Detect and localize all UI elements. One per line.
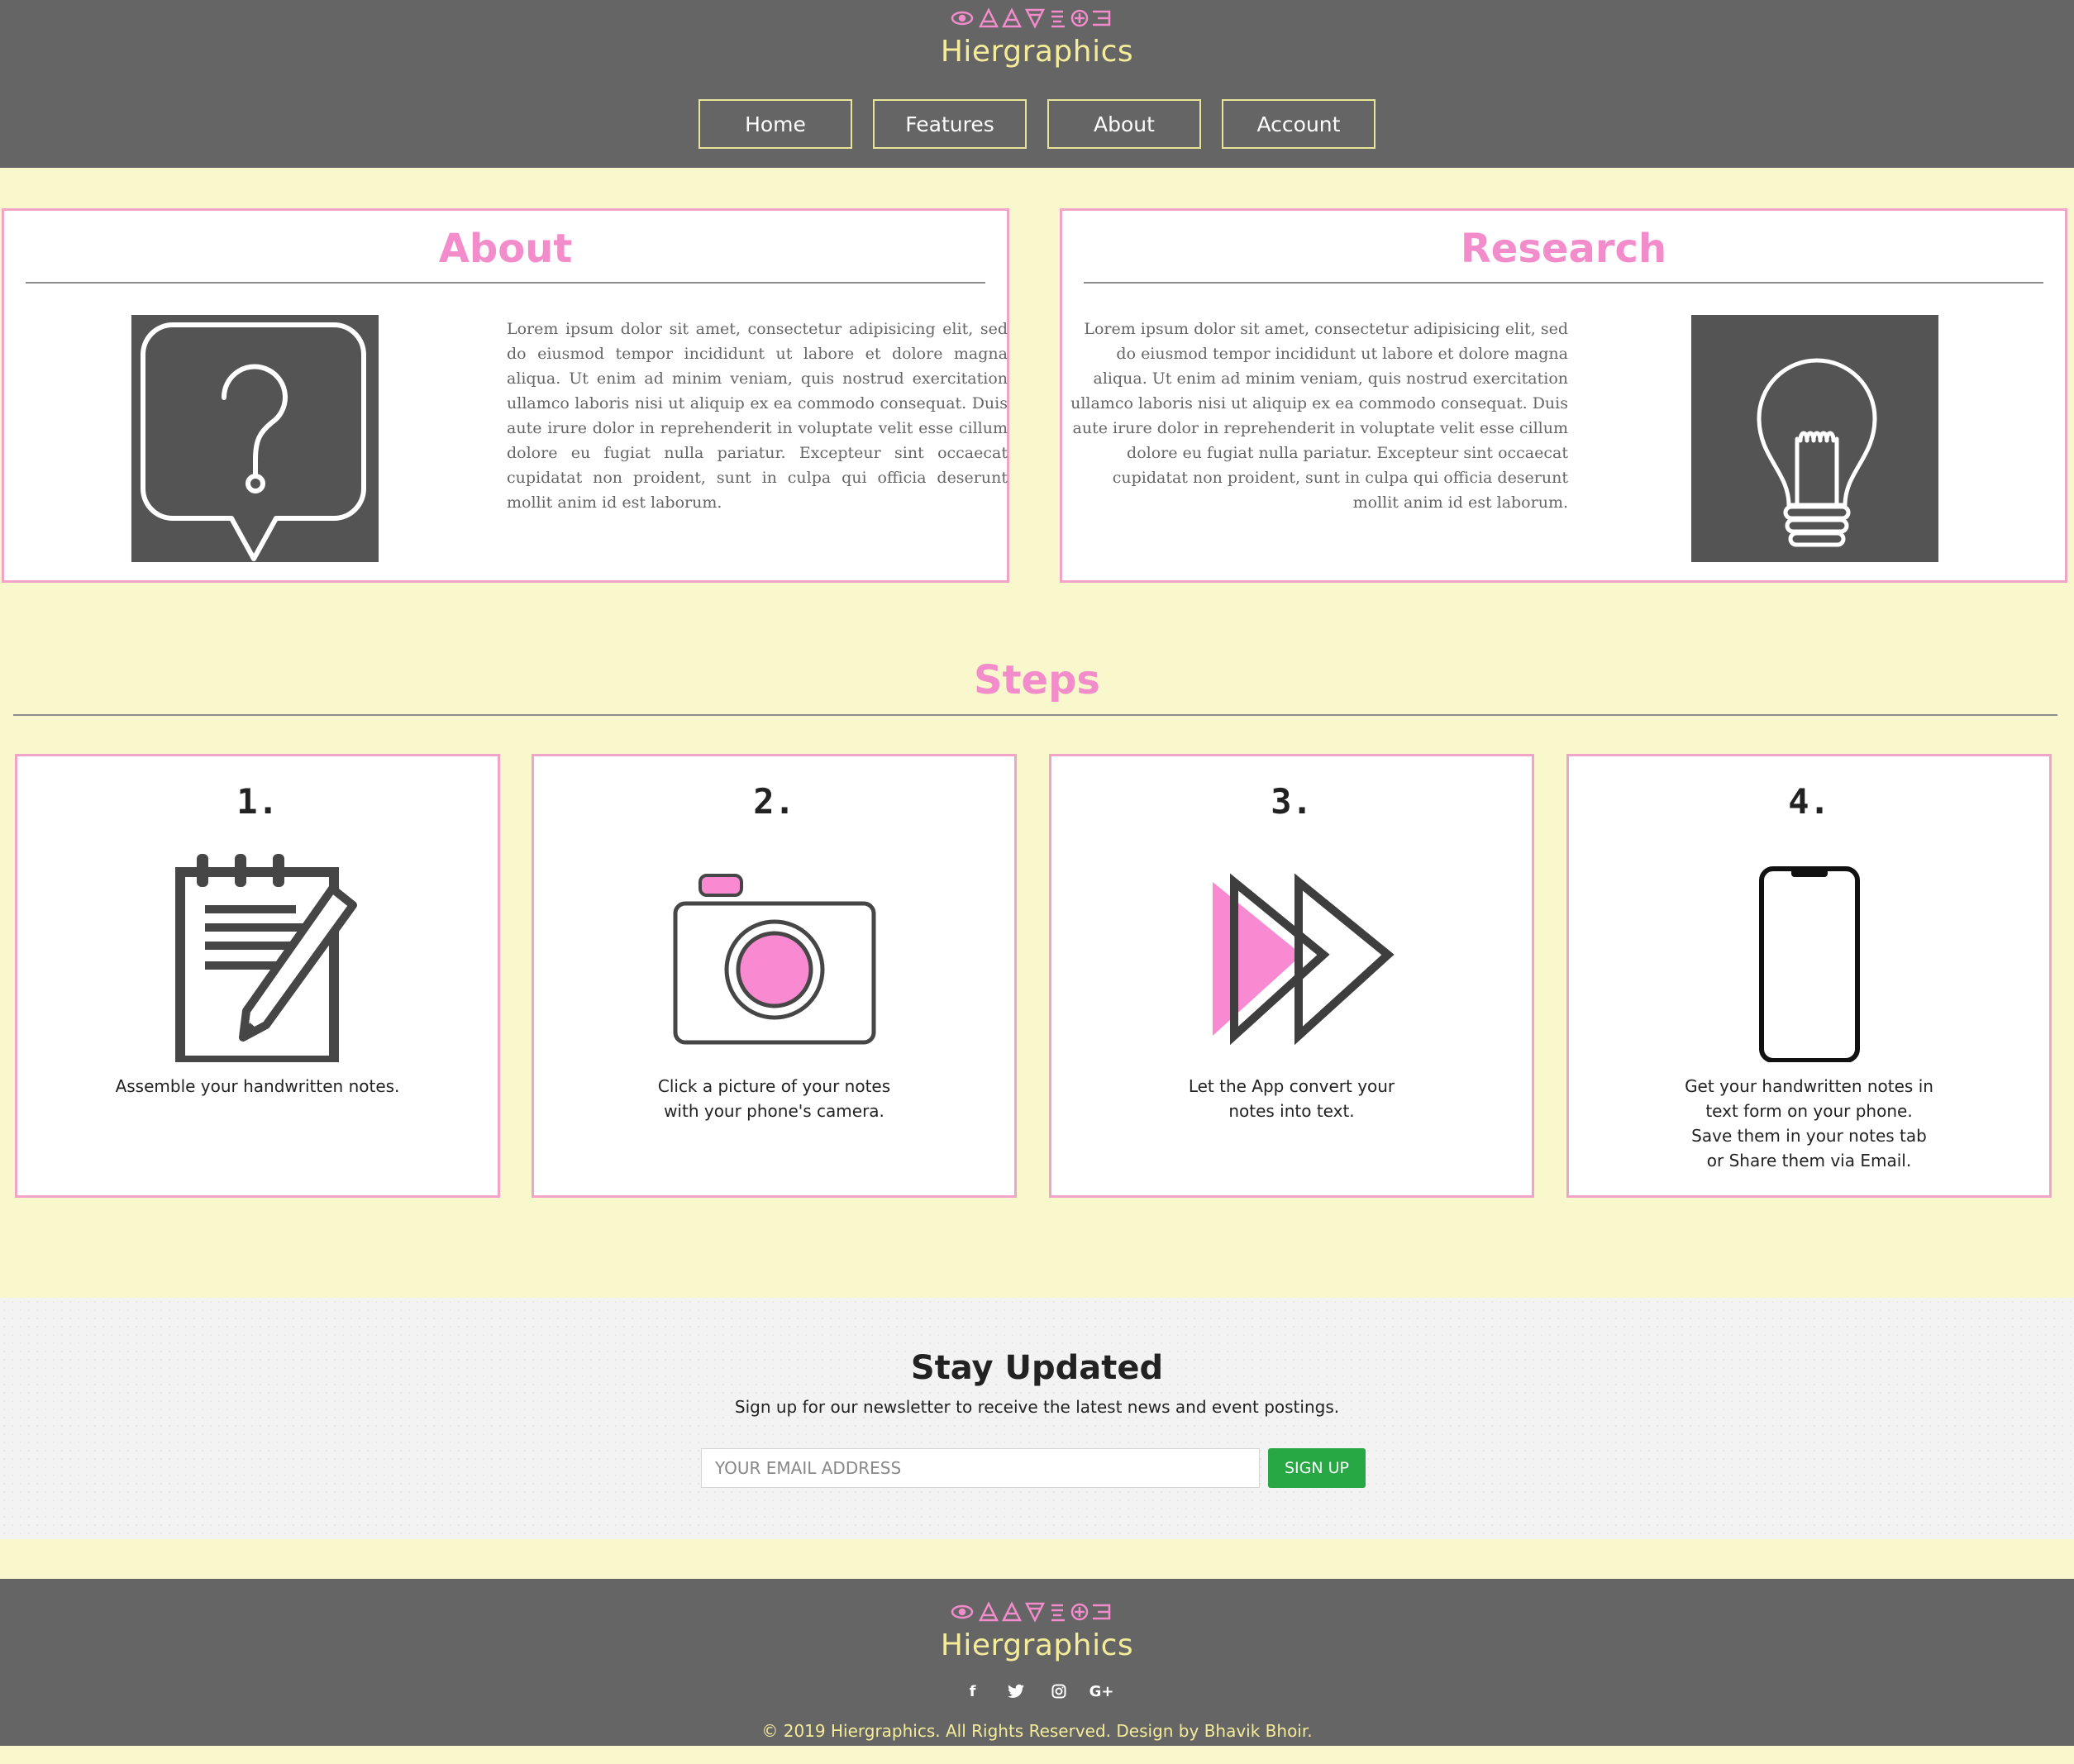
signup-button[interactable]: SIGN UP <box>1268 1448 1366 1488</box>
instagram-icon[interactable] <box>1051 1683 1067 1700</box>
footer-logo[interactable]: Hiergraphics <box>0 1600 2074 1662</box>
step-card-3: 3. Let the App convert your notes into t… <box>1049 754 1534 1198</box>
research-title: Research <box>1460 226 1667 272</box>
smartphone-icon <box>1702 847 1917 1063</box>
footer-brand-name: Hiergraphics <box>940 1628 1134 1662</box>
step-number: 4. <box>1788 781 1830 822</box>
step-number: 2. <box>753 781 795 822</box>
nav-account-button[interactable]: Account <box>1222 99 1376 149</box>
fast-forward-icon <box>1185 847 1399 1062</box>
newsletter-subtitle: Sign up for our newsletter to receive th… <box>734 1397 1340 1417</box>
email-input[interactable] <box>701 1448 1260 1488</box>
facebook-icon[interactable]: f <box>965 1683 981 1700</box>
nav-features-button[interactable]: Features <box>873 99 1027 149</box>
notepad-pencil-icon <box>150 847 365 1066</box>
header-logo[interactable]: Hiergraphics <box>0 7 2074 69</box>
step-number: 1. <box>236 781 279 822</box>
brand-name: Hiergraphics <box>940 35 1134 69</box>
step-description: Assemble your handwritten notes. <box>115 1076 400 1096</box>
question-bubble-icon <box>131 315 379 562</box>
step-description: Click a picture of your notes with your … <box>657 1076 891 1121</box>
site-header: Hiergraphics Home Features About Account <box>0 0 2074 168</box>
copyright-text: © 2019 Hiergraphics. All Rights Reserved… <box>761 1721 1313 1741</box>
hieroglyph-logo-icon <box>0 1600 2074 1627</box>
about-divider <box>26 282 985 284</box>
hieroglyph-logo-icon <box>0 7 2074 33</box>
newsletter-title: Stay Updated <box>910 1349 1164 1387</box>
social-links: f G+ <box>0 1683 2074 1700</box>
nav-home-button[interactable]: Home <box>698 99 852 149</box>
main-nav: Home Features About Account <box>0 99 2074 149</box>
research-text: Lorem ipsum dolor sit amet, consectetur … <box>1070 320 1568 512</box>
step-card-4: 4. Get your handwritten notes in text fo… <box>1566 754 2052 1198</box>
step-card-1: 1. Assemble your handwritten notes. <box>15 754 500 1198</box>
site-footer: Hiergraphics f G+ © 2019 Hiergraphics. A… <box>0 1579 2074 1746</box>
twitter-icon[interactable] <box>1007 1683 1024 1700</box>
step-card-2: 2. Click a picture of your notes with yo… <box>532 754 1017 1198</box>
research-card: Research Lorem ipsum dolor sit amet, con… <box>1060 208 2067 583</box>
steps-title: Steps <box>974 657 1100 703</box>
google-plus-icon[interactable]: G+ <box>1089 1683 1114 1700</box>
step-number: 3. <box>1271 781 1313 822</box>
about-title: About <box>438 226 573 272</box>
step-description: Let the App convert your notes into text… <box>1188 1076 1395 1121</box>
lightbulb-icon <box>1691 315 1938 562</box>
camera-icon <box>667 847 882 1062</box>
research-divider <box>1084 282 2043 284</box>
about-card: About Lorem ipsum dolor sit amet, consec… <box>2 208 1009 583</box>
newsletter-form: SIGN UP <box>701 1448 1366 1488</box>
steps-divider <box>13 714 2057 716</box>
step-description: Get your handwritten notes in text form … <box>1685 1076 1933 1170</box>
about-text: Lorem ipsum dolor sit amet, consectetur … <box>507 320 1008 512</box>
newsletter-section: Stay Updated Sign up for our newsletter … <box>0 1298 2074 1539</box>
nav-about-button[interactable]: About <box>1047 99 1201 149</box>
